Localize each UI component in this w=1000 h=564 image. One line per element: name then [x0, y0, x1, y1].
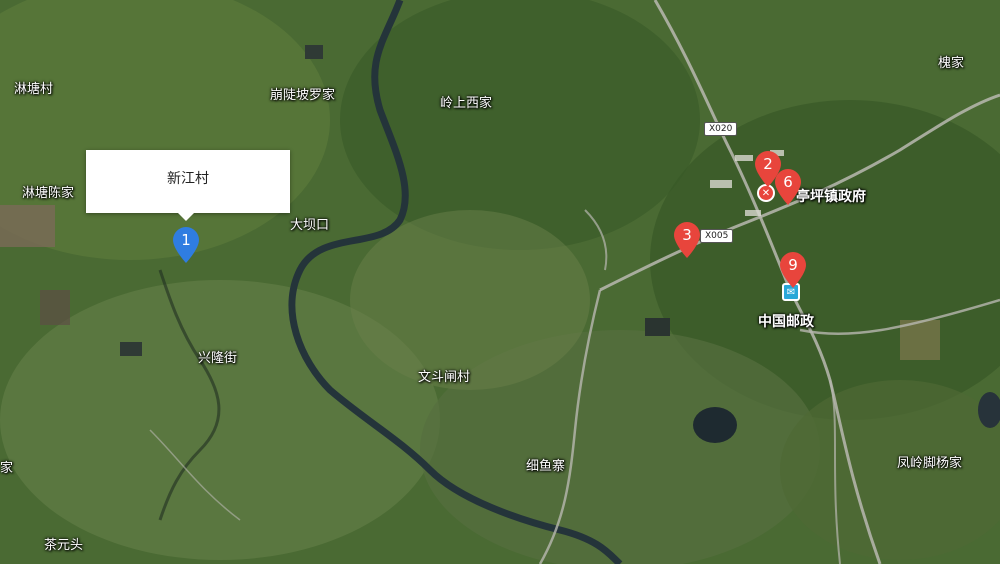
map-marker-1[interactable]: 1 [173, 227, 199, 263]
place-label: 家 [0, 461, 14, 476]
place-label: 兴隆街 [198, 351, 238, 366]
marker-popup: 新江村 [86, 150, 290, 221]
satellite-map[interactable]: 淋塘村 崩陡坡罗家 岭上西家 淋塘陈家 大坝口 亭坪镇政府 中国邮政 兴隆街 文… [0, 0, 1000, 564]
marker-number: 3 [682, 226, 692, 244]
road-shield-x005: X005 [700, 229, 734, 243]
map-marker-6[interactable]: 6 [775, 169, 801, 205]
place-label: 槐家 [938, 56, 965, 71]
marker-number: 1 [181, 231, 191, 249]
popup-title: 新江村 [167, 170, 209, 187]
place-label: 崩陡坡罗家 [270, 88, 336, 103]
place-label-post-office: 中国邮政 [758, 314, 814, 330]
place-label: 细鱼寨 [526, 459, 566, 474]
map-marker-9[interactable]: 9 [780, 252, 806, 288]
place-label: 大坝口 [290, 218, 330, 233]
place-label: 文斗闸村 [418, 370, 471, 385]
place-label-town-government: 亭坪镇政府 [796, 189, 866, 205]
place-label: 岭上西家 [440, 96, 493, 111]
marker-number: 9 [788, 256, 798, 274]
place-label: 茶元头 [44, 538, 84, 553]
place-label: 淋塘陈家 [22, 186, 75, 201]
place-label: 淋塘村 [14, 82, 54, 97]
satellite-terrain [0, 0, 1000, 564]
road-shield-x020: X020 [704, 122, 738, 136]
place-label: 凤岭脚杨家 [897, 456, 963, 471]
marker-number: 6 [783, 173, 793, 191]
map-marker-3[interactable]: 3 [674, 222, 700, 258]
